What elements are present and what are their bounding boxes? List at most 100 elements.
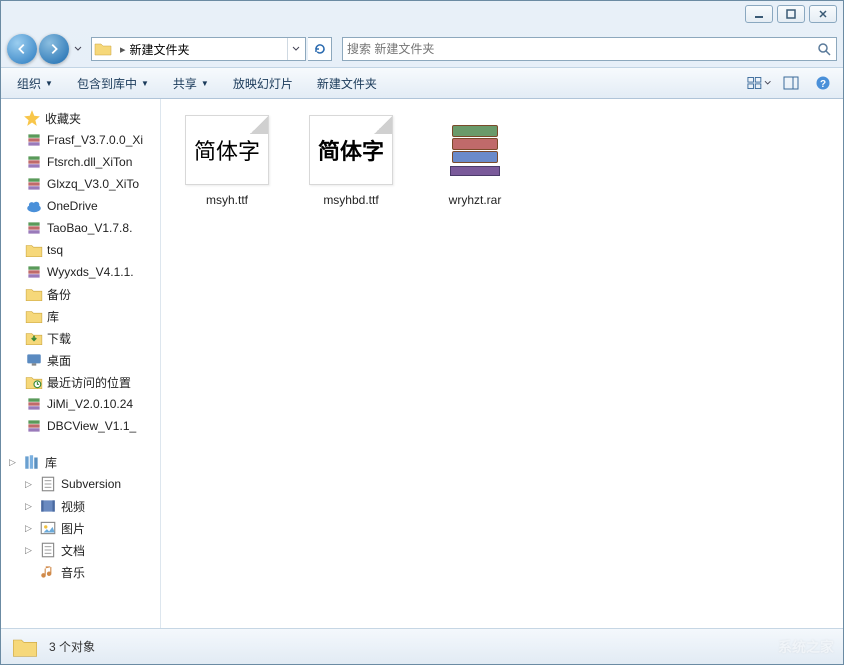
sidebar-item[interactable]: DBCView_V1.1_	[1, 415, 160, 437]
file-name: msyh.ttf	[206, 193, 248, 207]
file-name: wryhzt.rar	[449, 193, 502, 207]
address-bar[interactable]: ▸ 新建文件夹	[91, 37, 306, 61]
close-icon	[818, 9, 828, 19]
item-label: Wyyxds_V4.1.1.	[47, 265, 134, 279]
font-file-icon: 简体字	[185, 115, 269, 185]
expand-icon: ▷	[25, 501, 35, 512]
status-text: 3 个对象	[49, 638, 95, 655]
body: 收藏夹 Frasf_V3.7.0.0_Xi Ftsrch.dll_XiTon Glx…	[1, 99, 843, 628]
file-item[interactable]: 简体字msyhbd.ttf	[301, 115, 401, 207]
toolbar: 组织 ▼ 包含到库中▼ 共享 ▼ 放映幻灯片 新建文件夹 ?	[1, 67, 843, 99]
item-label: Subversion	[61, 477, 121, 491]
sidebar-item[interactable]: 库	[1, 305, 160, 327]
sidebar-item[interactable]: ▷文档	[1, 539, 160, 561]
address-dropdown[interactable]	[287, 38, 303, 60]
sidebar-item[interactable]: Ftsrch.dll_XiTon	[1, 151, 160, 173]
help-button[interactable]: ?	[811, 71, 835, 95]
sidebar-item[interactable]: Wyyxds_V4.1.1.	[1, 261, 160, 283]
item-label: 下载	[47, 330, 71, 347]
sidebar-item[interactable]: Frasf_V3.7.0.0_Xi	[1, 129, 160, 151]
preview-pane-button[interactable]	[779, 71, 803, 95]
minimize-button[interactable]	[745, 5, 773, 23]
sidebar-item[interactable]: ▷Subversion	[1, 473, 160, 495]
explorer-window: ▸ 新建文件夹 组织 ▼ 包含到库中▼ 共享 ▼ 放映幻灯片 新建文件夹 ?	[0, 0, 844, 665]
item-label: Frasf_V3.7.0.0_Xi	[47, 133, 143, 147]
libraries-node[interactable]: ▷ 库	[1, 451, 160, 473]
maximize-icon	[786, 9, 796, 19]
item-icon	[25, 154, 43, 170]
item-label: 视频	[61, 498, 85, 515]
sidebar-item[interactable]: JiMi_V2.0.10.24	[1, 393, 160, 415]
maximize-button[interactable]	[777, 5, 805, 23]
content-area[interactable]: 简体字 msyh.ttf 简体字msyhbd.ttf wryhzt.rar	[161, 99, 843, 628]
share-menu[interactable]: 共享 ▼	[165, 71, 217, 96]
organize-menu[interactable]: 组织 ▼	[9, 71, 61, 96]
libraries-label: 库	[45, 454, 57, 471]
share-label: 共享	[173, 75, 197, 92]
close-button[interactable]	[809, 5, 837, 23]
search-input[interactable]	[347, 42, 816, 56]
item-label: TaoBao_V1.7.8.	[47, 221, 132, 235]
item-icon	[25, 286, 43, 302]
sidebar-item[interactable]: 音乐	[1, 561, 160, 583]
sidebar-item[interactable]: OneDrive	[1, 195, 160, 217]
sidebar-item[interactable]: Glxzq_V3.0_XiTo	[1, 173, 160, 195]
search-box[interactable]	[342, 37, 837, 61]
file-item[interactable]: 简体字 msyh.ttf	[177, 115, 277, 207]
refresh-icon	[313, 42, 327, 56]
arrow-left-icon	[15, 42, 29, 56]
folder-icon	[94, 41, 112, 57]
newfolder-label: 新建文件夹	[317, 75, 377, 92]
item-icon	[25, 308, 43, 324]
item-label: Glxzq_V3.0_XiTo	[47, 177, 139, 191]
slideshow-label: 放映幻灯片	[233, 75, 293, 92]
item-label: Ftsrch.dll_XiTon	[47, 155, 132, 169]
sidebar-item[interactable]: TaoBao_V1.7.8.	[1, 217, 160, 239]
view-options-button[interactable]	[747, 71, 771, 95]
library-icon	[23, 453, 41, 471]
item-icon	[25, 242, 43, 258]
favorites-node[interactable]: 收藏夹	[1, 107, 160, 129]
navbar: ▸ 新建文件夹	[1, 31, 843, 67]
file-item[interactable]: wryhzt.rar	[425, 115, 525, 207]
chevron-down-icon: ▼	[45, 79, 53, 88]
sidebar-item[interactable]: 备份	[1, 283, 160, 305]
favorites-label: 收藏夹	[45, 110, 81, 127]
item-icon	[39, 498, 57, 514]
folder-icon	[11, 635, 39, 659]
help-icon: ?	[815, 75, 831, 91]
item-icon	[39, 564, 57, 580]
include-in-library-menu[interactable]: 包含到库中▼	[69, 71, 157, 96]
sidebar: 收藏夹 Frasf_V3.7.0.0_Xi Ftsrch.dll_XiTon Glx…	[1, 99, 161, 628]
rar-icon	[433, 115, 517, 185]
sidebar-item[interactable]: 最近访问的位置	[1, 371, 160, 393]
sidebar-item[interactable]: ▷ 视频	[1, 495, 160, 517]
chevron-down-icon: ▼	[201, 79, 209, 88]
organize-label: 组织	[17, 75, 41, 92]
history-dropdown[interactable]	[71, 40, 85, 58]
star-icon	[23, 109, 41, 127]
item-label: DBCView_V1.1_	[47, 419, 136, 433]
chevron-down-icon	[74, 46, 82, 52]
item-label: 库	[47, 308, 59, 325]
item-icon	[39, 542, 57, 558]
item-label: 最近访问的位置	[47, 374, 131, 391]
new-folder-button[interactable]: 新建文件夹	[309, 71, 385, 96]
sidebar-item[interactable]: 桌面	[1, 349, 160, 371]
back-button[interactable]	[7, 34, 37, 64]
slideshow-button[interactable]: 放映幻灯片	[225, 71, 301, 96]
sidebar-item[interactable]: 下载	[1, 327, 160, 349]
item-icon	[25, 352, 43, 368]
sidebar-item[interactable]: tsq	[1, 239, 160, 261]
item-icon	[39, 476, 57, 492]
forward-button[interactable]	[39, 34, 69, 64]
location-text: 新建文件夹	[130, 41, 287, 58]
sidebar-item[interactable]: ▷图片	[1, 517, 160, 539]
item-label: 桌面	[47, 352, 71, 369]
chevron-down-icon: ▼	[141, 79, 149, 88]
minimize-icon	[754, 9, 764, 19]
refresh-button[interactable]	[308, 37, 332, 61]
item-label: JiMi_V2.0.10.24	[47, 397, 133, 411]
item-label: 图片	[61, 520, 85, 537]
item-icon	[25, 176, 43, 192]
